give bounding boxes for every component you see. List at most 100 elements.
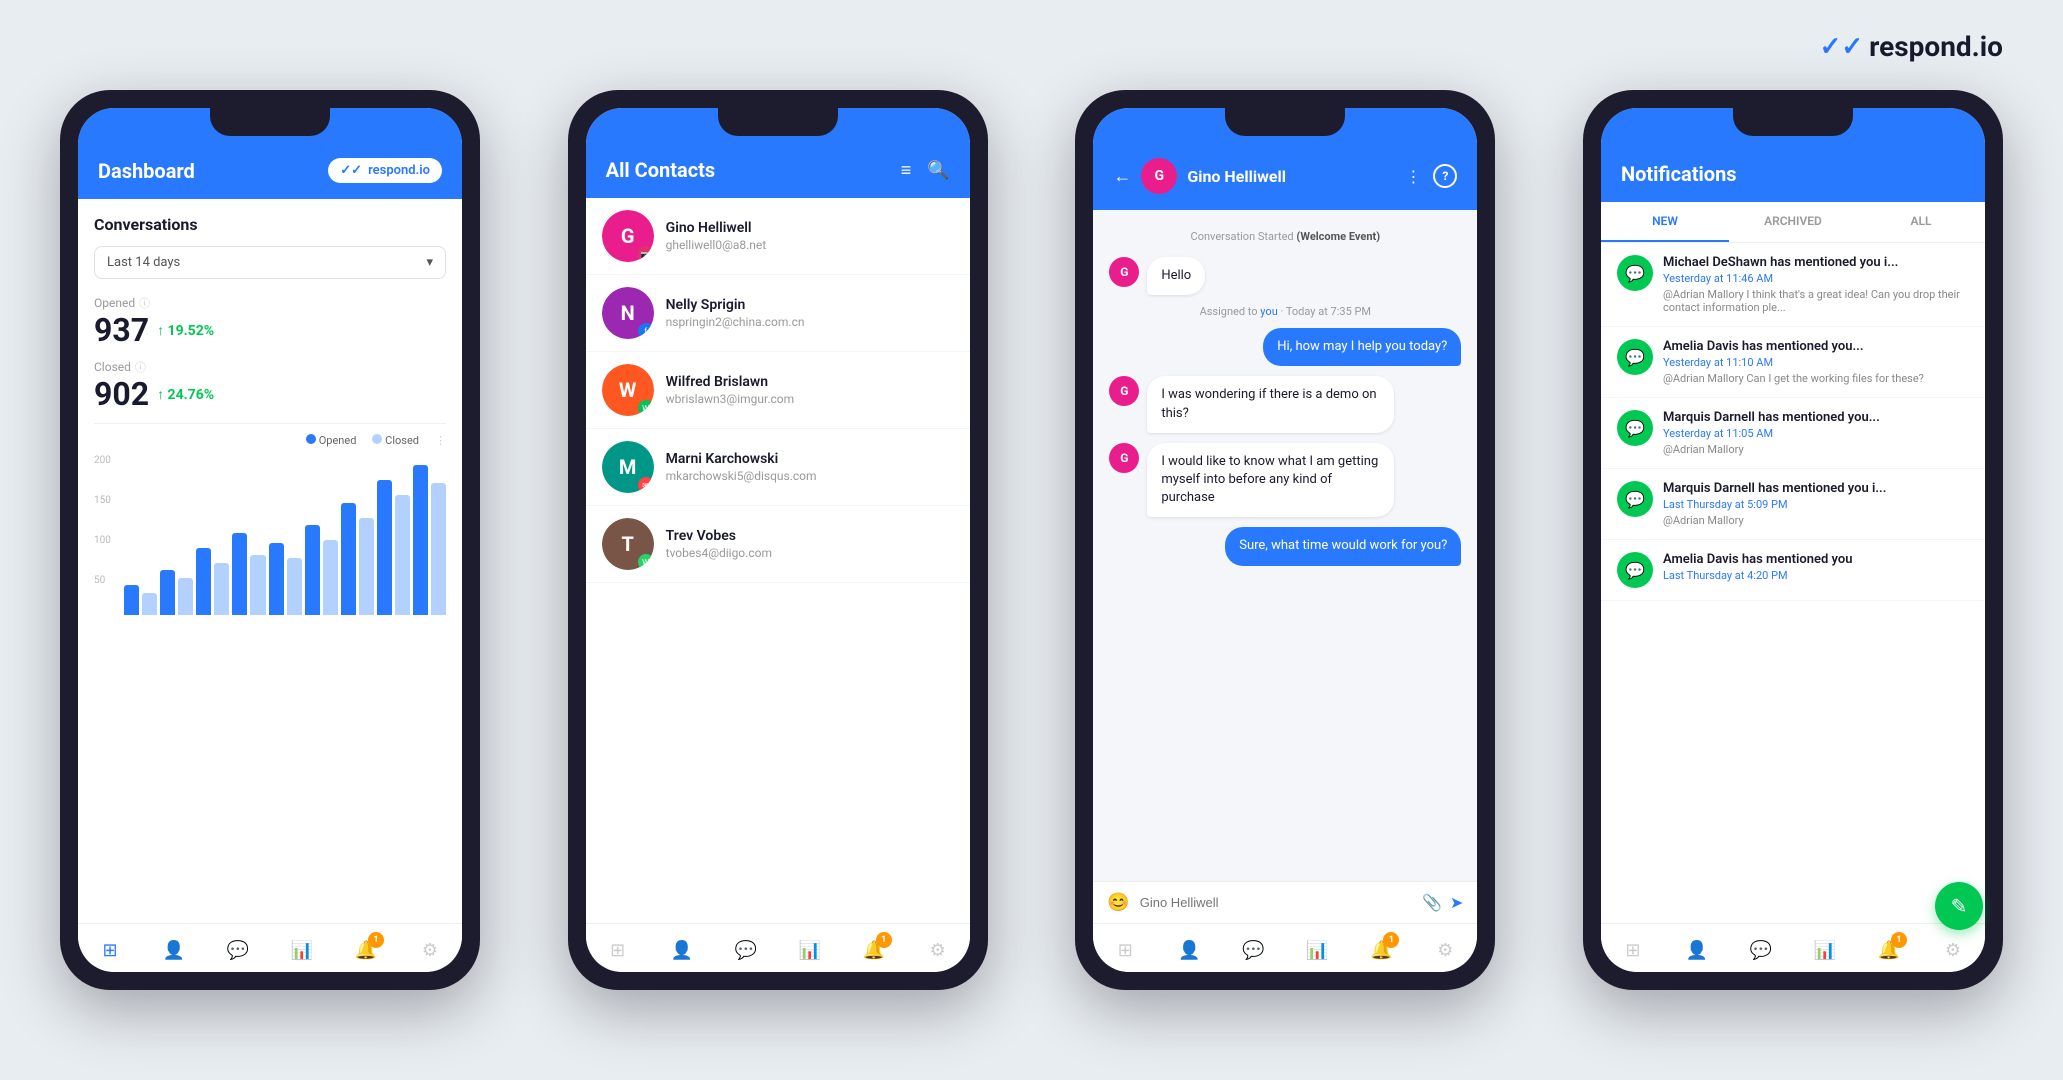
notif-title-2: Marquis Darnell has mentioned you...	[1663, 410, 1969, 425]
notif-content-4: Amelia Davis has mentioned you Last Thur…	[1663, 552, 1969, 585]
attachment-icon[interactable]: 📎	[1422, 893, 1442, 912]
nav-settings[interactable]: ⚙	[416, 936, 444, 964]
nav-ch-analytics[interactable]: 📊	[1303, 936, 1331, 964]
nav-ch-contacts[interactable]: 👤	[1175, 936, 1203, 964]
contact-name-2: Wilfred Brislawn	[666, 374, 954, 390]
help-icon-2: ⓘ	[135, 359, 146, 375]
notification-item-3[interactable]: 💬 Marquis Darnell has mentioned you i...…	[1601, 469, 1985, 540]
bar-18	[431, 483, 446, 615]
nav-c-settings[interactable]: ⚙	[924, 936, 952, 964]
contact-item-1[interactable]: N f Nelly Sprigin nspringin2@china.com.c…	[586, 275, 970, 352]
msg-avatar-1: G	[1109, 257, 1139, 287]
bar-14	[359, 518, 374, 616]
chart-options-icon[interactable]: ⋮	[435, 434, 446, 447]
bar-17	[413, 465, 428, 615]
opened-value: 937	[94, 311, 149, 349]
contact-info-2: Wilfred Brislawn wbrislawn3@imgur.com	[666, 374, 954, 406]
nav-c-notifications[interactable]: 🔔 1	[860, 936, 888, 964]
contact-item-3[interactable]: M ✉ Marni Karchowski mkarchowski5@disqus…	[586, 429, 970, 506]
nav-n-contacts[interactable]: 👤	[1683, 936, 1711, 964]
notification-item-1[interactable]: 💬 Amelia Davis has mentioned you... Yest…	[1601, 327, 1985, 398]
phone-contacts: All Contacts ≡ 🔍 G 📷 Gino Helliwell ghel…	[568, 90, 988, 990]
bottom-nav-1: ⊞ 👤 💬 📊 🔔 1 ⚙	[78, 923, 462, 972]
chat-avatar: G	[1141, 158, 1177, 194]
nav-n-settings[interactable]: ⚙	[1939, 936, 1967, 964]
contact-info-1: Nelly Sprigin nspringin2@china.com.cn	[666, 297, 954, 329]
contact-badge-0: 📷	[638, 246, 654, 262]
nav-n-dashboard[interactable]: ⊞	[1619, 936, 1647, 964]
bar-7	[232, 533, 247, 616]
nav-analytics[interactable]: 📊	[288, 936, 316, 964]
notif-time-1: Yesterday at 11:10 AM	[1663, 356, 1969, 369]
contact-avatar-4: T W	[602, 518, 654, 570]
nav-n-analytics[interactable]: 📊	[1811, 936, 1839, 964]
bar-2	[142, 593, 157, 616]
bar-13	[341, 503, 356, 616]
nav-ch-settings[interactable]: ⚙	[1431, 936, 1459, 964]
nav-notifications[interactable]: 🔔 1	[352, 936, 380, 964]
date-select[interactable]: Last 14 days ▾	[94, 246, 446, 279]
nav-n-chat[interactable]: 💬	[1747, 936, 1775, 964]
nav-ch-notifications[interactable]: 🔔 1	[1367, 936, 1395, 964]
nav-c-contacts[interactable]: 👤	[668, 936, 696, 964]
nav-ch-dashboard[interactable]: ⊞	[1111, 936, 1139, 964]
notification-tabs: NEW ARCHIVED ALL	[1601, 202, 1985, 243]
more-options-icon[interactable]: ⋮	[1405, 167, 1421, 186]
contact-email-4: tvobes4@diigo.com	[666, 546, 954, 560]
search-icon[interactable]: 🔍	[927, 160, 949, 181]
msg-avatar-3: G	[1109, 443, 1139, 473]
chevron-down-icon: ▾	[426, 255, 433, 270]
nav-c-chat[interactable]: 💬	[732, 936, 760, 964]
notif-content-2: Marquis Darnell has mentioned you... Yes…	[1663, 410, 1969, 456]
notif-text-0: @Adrian Mallory I think that's a great i…	[1663, 288, 1969, 314]
bar-11	[305, 525, 320, 615]
notif-icon-2: 💬	[1617, 410, 1653, 446]
contacts-list: G 📷 Gino Helliwell ghelliwell0@a8.net N …	[586, 198, 970, 923]
contact-item-2[interactable]: W W Wilfred Brislawn wbrislawn3@imgur.co…	[586, 352, 970, 429]
send-icon[interactable]: ➤	[1450, 893, 1463, 912]
msg-avatar-2: G	[1109, 376, 1139, 406]
contact-email-2: wbrislawn3@imgur.com	[666, 392, 954, 406]
bar-16	[395, 495, 410, 615]
notification-item-4[interactable]: 💬 Amelia Davis has mentioned you Last Th…	[1601, 540, 1985, 601]
contact-item-0[interactable]: G 📷 Gino Helliwell ghelliwell0@a8.net	[586, 198, 970, 275]
notif-text-1: @Adrian Mallory Can I get the working fi…	[1663, 372, 1969, 385]
info-icon[interactable]: ?	[1433, 164, 1457, 188]
contact-info-3: Marni Karchowski mkarchowski5@disqus.com	[666, 451, 954, 483]
tab-all[interactable]: ALL	[1857, 202, 1985, 242]
contact-avatar-1: N f	[602, 287, 654, 339]
phone-dashboard: Dashboard ✓✓ respond.io Conversations La…	[60, 90, 480, 990]
bar-1	[124, 585, 139, 615]
notification-item-2[interactable]: 💬 Marquis Darnell has mentioned you... Y…	[1601, 398, 1985, 469]
contact-item-4[interactable]: T W Trev Vobes tvobes4@diigo.com	[586, 506, 970, 583]
nav-chat[interactable]: 💬	[224, 936, 252, 964]
nav-n-notifications[interactable]: 🔔 1	[1875, 936, 1903, 964]
badge-check-icon: ✓✓	[340, 163, 362, 178]
help-icon: ⓘ	[139, 295, 150, 311]
emoji-icon[interactable]: 😊	[1107, 892, 1129, 913]
notch-3	[1225, 108, 1345, 136]
assign-msg: Assigned to you · Today at 7:35 PM	[1109, 305, 1461, 318]
back-button[interactable]: ←	[1113, 166, 1131, 187]
contact-info-0: Gino Helliwell ghelliwell0@a8.net	[666, 220, 954, 252]
nav-contacts[interactable]: 👤	[160, 936, 188, 964]
closed-value: 902	[94, 375, 149, 413]
nav-c-dashboard[interactable]: ⊞	[604, 936, 632, 964]
system-msg-1: Conversation Started (Welcome Event)	[1109, 230, 1461, 243]
badge-text: respond.io	[368, 163, 430, 178]
nav-c-analytics[interactable]: 📊	[796, 936, 824, 964]
fab-button[interactable]: ✎	[1935, 882, 1983, 930]
chat-input-field[interactable]	[1140, 895, 1412, 910]
bar-6	[214, 563, 229, 616]
tab-new[interactable]: NEW	[1601, 202, 1729, 242]
contacts-title: All Contacts	[606, 158, 716, 182]
contact-email-1: nspringin2@china.com.cn	[666, 315, 954, 329]
respond-badge[interactable]: ✓✓ respond.io	[328, 158, 442, 183]
msg-bubble-demo: I was wondering if there is a demo on th…	[1147, 376, 1393, 432]
tab-archived[interactable]: ARCHIVED	[1729, 202, 1857, 242]
notification-item-0[interactable]: 💬 Michael DeShawn has mentioned you i...…	[1601, 243, 1985, 327]
filter-icon[interactable]: ≡	[901, 160, 912, 181]
contact-avatar-3: M ✉	[602, 441, 654, 493]
nav-ch-chat[interactable]: 💬	[1239, 936, 1267, 964]
nav-dashboard[interactable]: ⊞	[96, 936, 124, 964]
